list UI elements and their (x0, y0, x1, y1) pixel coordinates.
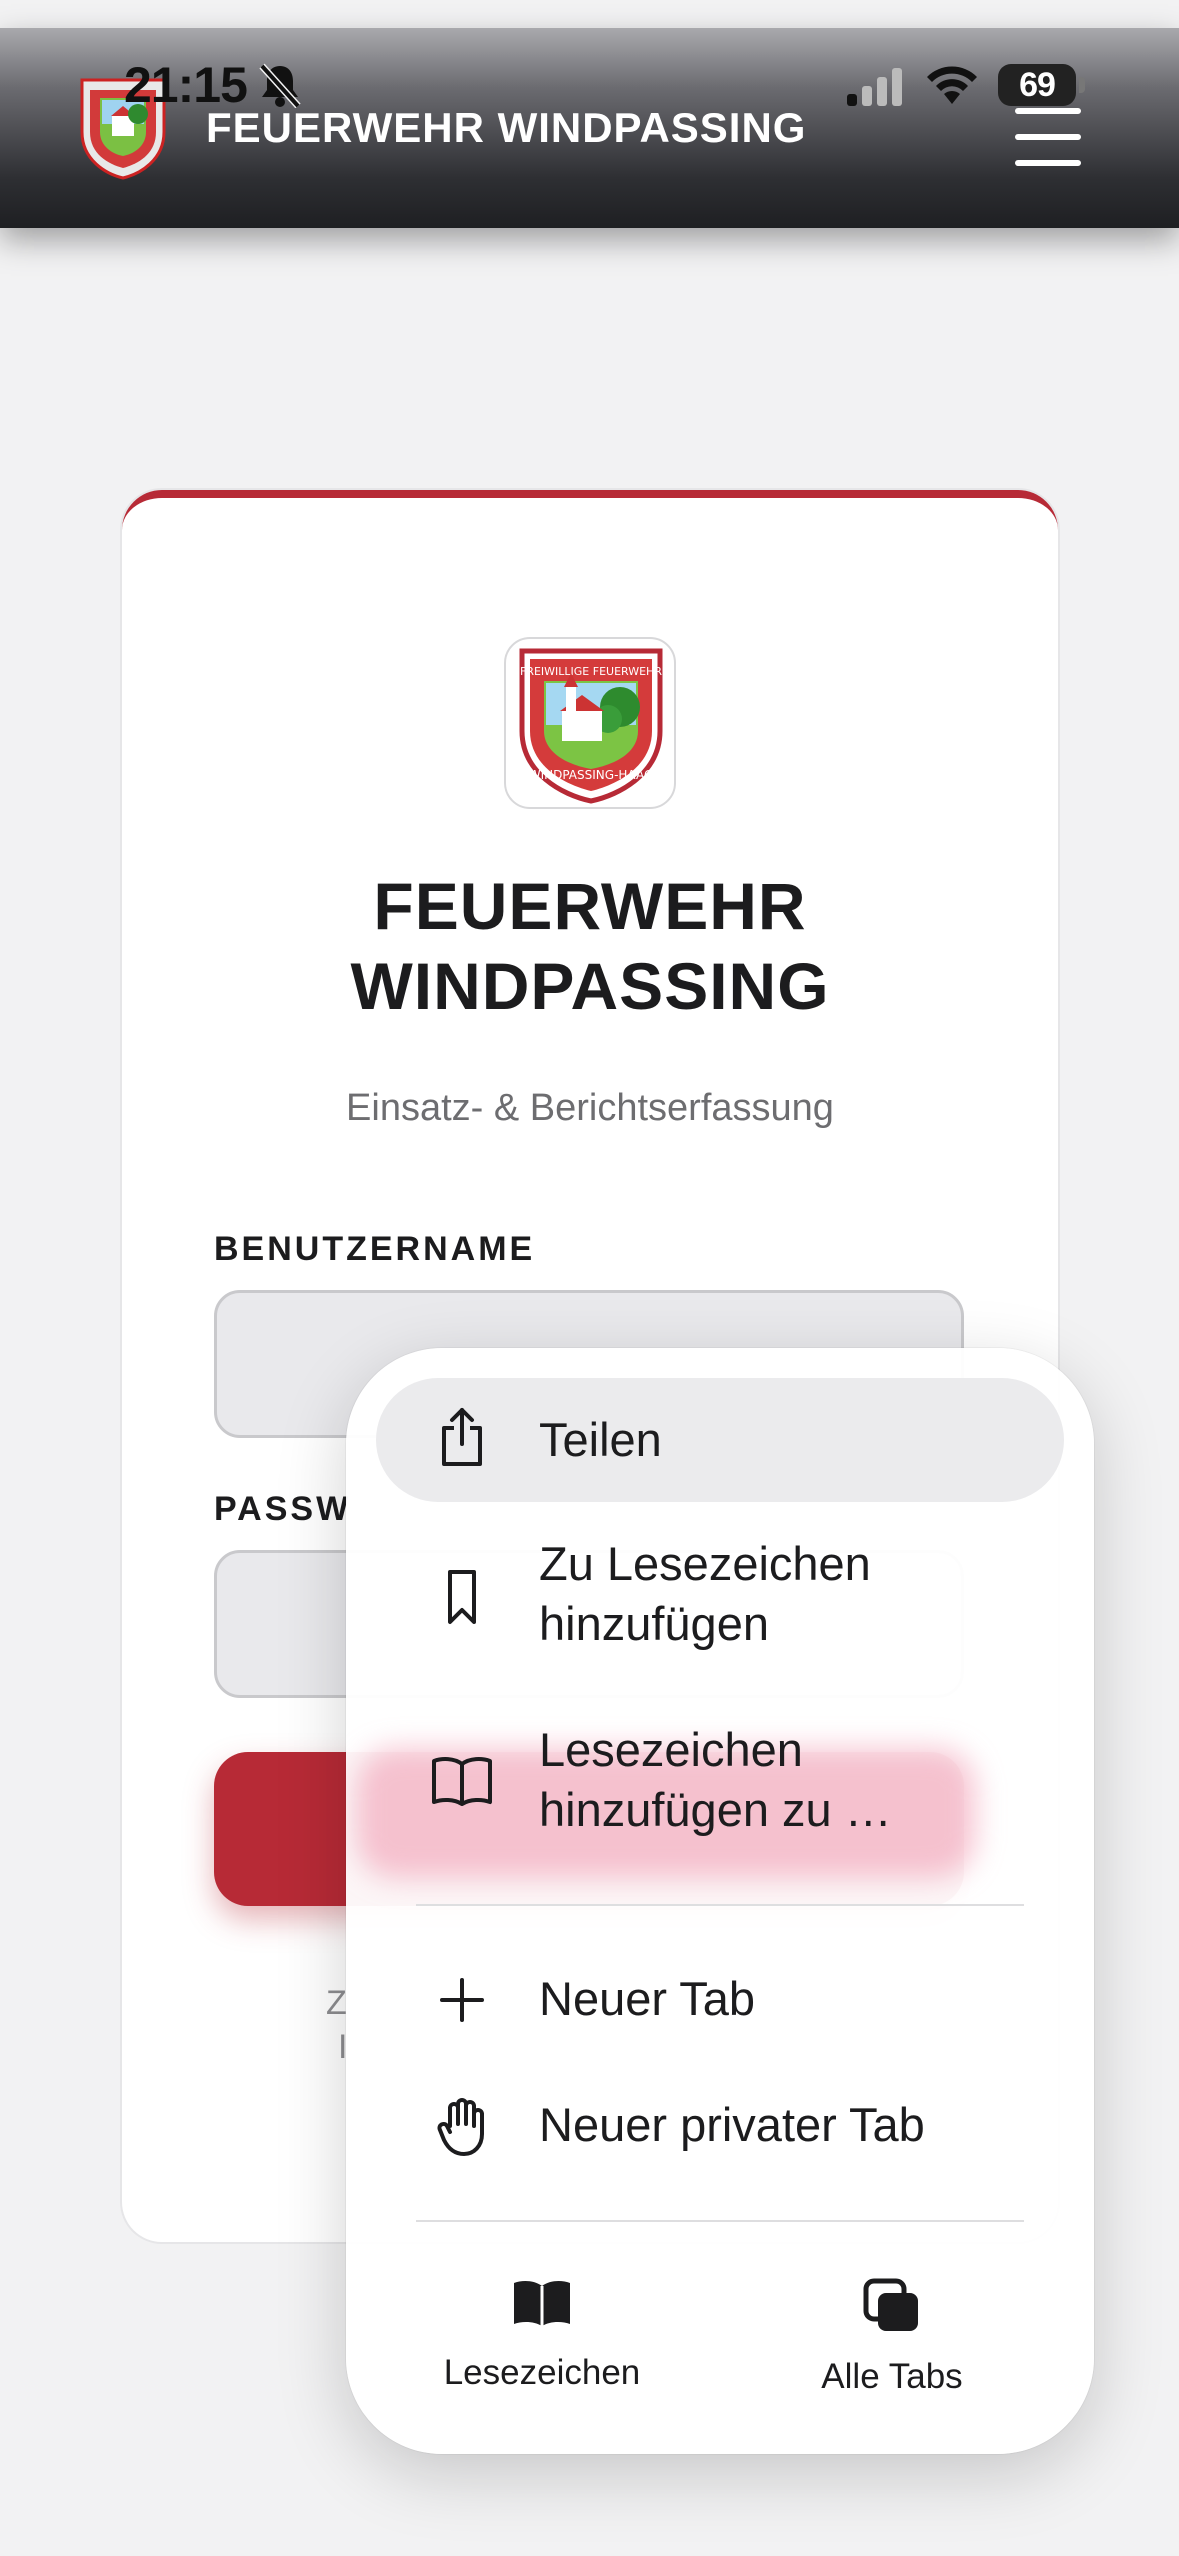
book-open-icon (430, 1752, 494, 1813)
bookmarks-button[interactable]: Lesezeichen (392, 2278, 692, 2393)
menu-item-add-bookmark-label-line1: Zu Lesezeichen (539, 1537, 871, 1590)
all-tabs-button[interactable]: Alle Tabs (742, 2278, 1042, 2397)
password-label: PASSW (214, 1490, 352, 1528)
username-label: BENUTZERNAME (214, 1230, 536, 1268)
book-icon (511, 2281, 573, 2334)
plus-icon (436, 1974, 488, 2031)
menu-divider (416, 1904, 1024, 1906)
bookmarks-button-label: Lesezeichen (443, 2353, 641, 2392)
page-title: FEUERWEHR WINDPASSING (122, 866, 1058, 1026)
crest-top-text: FREIWILLIGE FEUERWEHR (520, 665, 662, 678)
menu-item-share-label: Teilen (539, 1413, 662, 1466)
browser-context-menu: Teilen Zu Lesezeichen hinzufügen Lesezei… (346, 1348, 1094, 2454)
menu-item-new-private-tab[interactable]: Neuer privater Tab (376, 2070, 1064, 2180)
wifi-icon (924, 62, 980, 106)
menu-divider (416, 2220, 1024, 2222)
bell-muted-icon (256, 62, 304, 109)
menu-item-add-bookmark-to-label-line2: hinzufügen zu … (539, 1783, 892, 1836)
share-icon (436, 1406, 488, 1473)
menu-item-new-tab-label: Neuer Tab (539, 1972, 755, 2025)
hamburger-menu-icon[interactable] (1015, 108, 1085, 194)
tabs-icon (863, 2278, 921, 2338)
status-time: 21:15 (124, 57, 248, 113)
crest-logo: FREIWILLIGE FEUERWEHR WINDPASSING-HAAG (504, 637, 676, 809)
battery-icon: 69 (998, 64, 1085, 106)
menu-item-add-bookmark-label-line2: hinzufügen (539, 1597, 769, 1650)
all-tabs-button-label: Alle Tabs (821, 2357, 963, 2396)
menu-item-add-bookmark-to[interactable]: Lesezeichen hinzufügen zu … (376, 1716, 1064, 1846)
page-subtitle: Einsatz- & Berichtserfassung (346, 1087, 834, 1129)
top-strip (0, 0, 1179, 28)
menu-item-add-bookmark-to-label-line1: Lesezeichen (539, 1723, 803, 1776)
page-title-line1: FEUERWEHR (373, 869, 807, 943)
crest-bottom-text: WINDPASSING-HAAG (529, 768, 654, 782)
signal-icon (845, 66, 905, 106)
footer-text-line1: Z (326, 1984, 347, 2022)
hand-icon (436, 2096, 488, 2161)
menu-item-new-tab[interactable]: Neuer Tab (376, 1944, 1064, 2054)
page-title-line2: WINDPASSING (350, 949, 830, 1023)
menu-item-share[interactable]: Teilen (376, 1378, 1064, 1502)
header-title[interactable]: FEUERWEHR WINDPASSING (206, 104, 806, 152)
menu-item-new-private-tab-label: Neuer privater Tab (539, 2098, 925, 2151)
bookmark-icon (436, 1566, 488, 1633)
menu-item-add-bookmark[interactable]: Zu Lesezeichen hinzufügen (376, 1530, 1064, 1660)
